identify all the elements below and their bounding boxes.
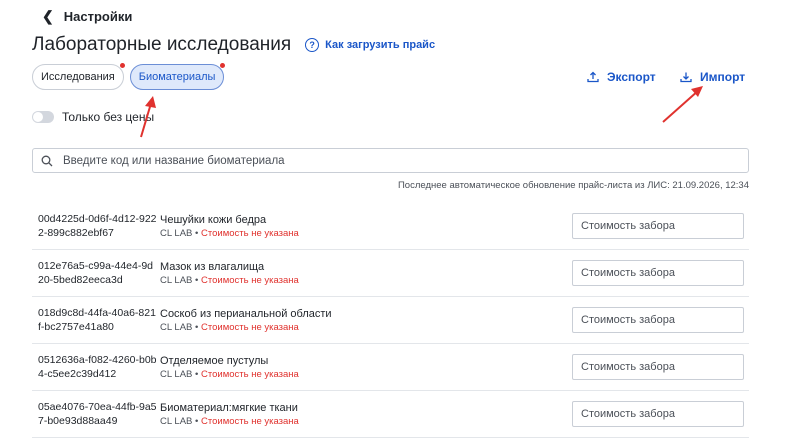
item-info: Соскоб из перианальной области CL LAB • … bbox=[160, 308, 572, 333]
chevron-left-icon: ❮ bbox=[42, 8, 54, 24]
back-button[interactable]: ❮ Настройки bbox=[42, 8, 132, 25]
item-name: Биоматериал:мягкие ткани bbox=[160, 401, 298, 414]
item-meta: CL LAB • Стоимость не указана bbox=[160, 369, 572, 380]
toggle-knob bbox=[33, 112, 43, 122]
item-meta: CL LAB • Стоимость не указана bbox=[160, 275, 572, 286]
bullet-separator: • bbox=[195, 227, 199, 239]
price-status: Стоимость не указана bbox=[201, 368, 299, 380]
item-name: Отделяемое пустулы bbox=[160, 354, 269, 367]
item-meta: CL LAB • Стоимость не указана bbox=[160, 416, 572, 427]
download-icon bbox=[680, 72, 692, 83]
search-input[interactable] bbox=[61, 153, 748, 168]
item-meta: CL LAB • Стоимость не указана bbox=[160, 228, 572, 239]
search-icon bbox=[41, 155, 53, 166]
price-status: Стоимость не указана bbox=[201, 321, 299, 333]
item-code: 05ae4076-70ea-44fb-9a57-b0e93d88aa49 bbox=[38, 401, 157, 427]
list-item: 012e76a5-c99a-44e4-9d20-5bed82eeca3d Маз… bbox=[32, 250, 749, 297]
lab-name: CL LAB bbox=[160, 415, 193, 427]
search-bar bbox=[32, 148, 749, 173]
help-icon: ? bbox=[305, 38, 320, 52]
tabs: Исследования Биоматериалы bbox=[32, 63, 226, 90]
price-status: Стоимость не указана bbox=[201, 274, 299, 286]
lab-name: CL LAB bbox=[160, 274, 193, 286]
export-label: Экспорт bbox=[607, 70, 656, 84]
biomaterial-list: 00d4225d-0d6f-4d12-9222-899c882ebf67 Чеш… bbox=[32, 203, 749, 438]
price-status: Стоимость не указана bbox=[201, 415, 299, 427]
update-note: Последнее автоматическое обновление прай… bbox=[397, 180, 749, 191]
item-code: 012e76a5-c99a-44e4-9d20-5bed82eeca3d bbox=[38, 260, 154, 286]
page-title: Лабораторные исследования bbox=[32, 34, 292, 55]
item-info: Отделяемое пустулы CL LAB • Стоимость не… bbox=[160, 355, 572, 380]
back-label: Настройки bbox=[63, 9, 133, 24]
item-code: 018d9c8d-44fa-40a6-821f-bc2757e41a80 bbox=[38, 307, 156, 333]
item-code: 00d4225d-0d6f-4d12-9222-899c882ebf67 bbox=[38, 213, 157, 239]
collection-fee-input[interactable] bbox=[572, 307, 744, 333]
only-without-price-toggle[interactable] bbox=[32, 111, 54, 123]
bullet-separator: • bbox=[195, 321, 199, 333]
upload-icon bbox=[587, 71, 599, 83]
export-button[interactable]: Экспорт bbox=[587, 70, 656, 84]
price-status: Стоимость не указана bbox=[201, 227, 299, 239]
notification-dot bbox=[220, 63, 226, 68]
item-meta: CL LAB • Стоимость не указана bbox=[160, 322, 572, 333]
item-name: Мазок из влагалища bbox=[160, 260, 265, 273]
lab-name: CL LAB bbox=[160, 321, 193, 333]
annotation-arrow-import bbox=[662, 86, 703, 123]
list-item: 05ae4076-70ea-44fb-9a57-b0e93d88aa49 Био… bbox=[32, 391, 749, 438]
lab-name: CL LAB bbox=[160, 227, 193, 239]
tab-biomaterials[interactable]: Биоматериалы bbox=[129, 63, 226, 90]
notification-dot bbox=[119, 63, 125, 68]
tab-research[interactable]: Исследования bbox=[32, 63, 125, 90]
lab-name: CL LAB bbox=[160, 368, 193, 380]
import-label: Импорт bbox=[700, 70, 746, 84]
help-link[interactable]: ? Как загрузить прайс bbox=[305, 38, 435, 52]
collection-fee-input[interactable] bbox=[572, 213, 744, 239]
list-item: 018d9c8d-44fa-40a6-821f-bc2757e41a80 Сос… bbox=[32, 297, 749, 344]
item-name: Соскоб из перианальной области bbox=[160, 307, 332, 320]
tab-biomaterials-label: Биоматериалы bbox=[138, 71, 216, 83]
item-info: Мазок из влагалища CL LAB • Стоимость не… bbox=[160, 261, 572, 286]
item-name: Чешуйки кожи бедра bbox=[160, 213, 267, 226]
bullet-separator: • bbox=[195, 368, 199, 380]
bullet-separator: • bbox=[195, 274, 199, 286]
filter-row: Только без цены bbox=[32, 110, 154, 124]
item-info: Биоматериал:мягкие ткани CL LAB • Стоимо… bbox=[160, 402, 572, 427]
collection-fee-input[interactable] bbox=[572, 260, 744, 286]
list-item: 00d4225d-0d6f-4d12-9222-899c882ebf67 Чеш… bbox=[32, 203, 749, 250]
help-link-label: Как загрузить прайс bbox=[325, 39, 436, 51]
import-button[interactable]: Импорт bbox=[680, 70, 745, 84]
collection-fee-input[interactable] bbox=[572, 354, 744, 380]
title-row: Лабораторные исследования ? Как загрузит… bbox=[32, 34, 435, 56]
item-code: 0512636a-f082-4260-b0b4-c5ee2c39d412 bbox=[38, 354, 157, 380]
item-info: Чешуйки кожи бедра CL LAB • Стоимость не… bbox=[160, 214, 572, 239]
collection-fee-input[interactable] bbox=[572, 401, 744, 427]
list-item: 0512636a-f082-4260-b0b4-c5ee2c39d412 Отд… bbox=[32, 344, 749, 391]
toggle-label: Только без цены bbox=[62, 110, 155, 124]
tab-research-label: Исследования bbox=[41, 71, 115, 83]
bullet-separator: • bbox=[195, 415, 199, 427]
